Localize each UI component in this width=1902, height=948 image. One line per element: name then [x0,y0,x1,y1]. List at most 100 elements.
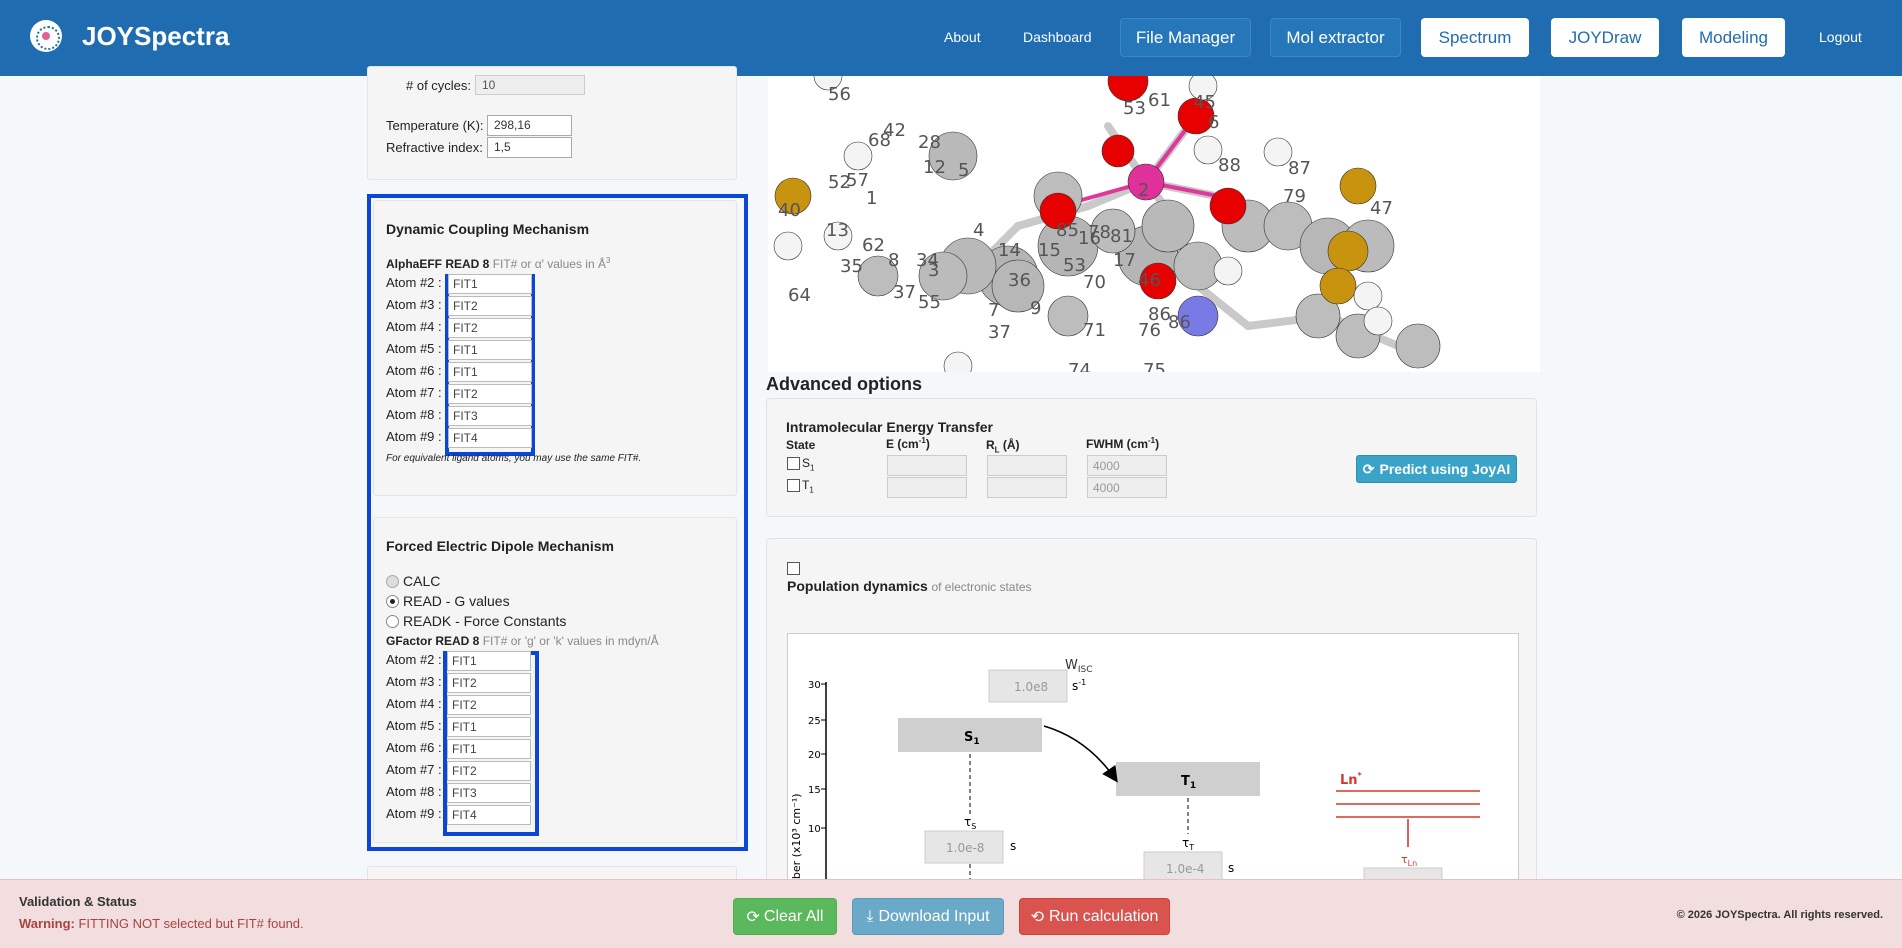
atom-label: 7 [988,300,999,321]
y-tick: 20 [808,750,821,761]
fed-atom-input[interactable]: FIT4 [447,805,531,825]
atom-label: 70 [1083,272,1106,293]
dcm-atom-input[interactable]: FIT4 [448,428,532,448]
atom-label: 53 [1123,98,1146,119]
dcm-atom-input[interactable]: FIT1 [448,340,532,360]
atom-label: 17 [1113,250,1136,271]
nav-mol-extractor[interactable]: Mol extractor [1270,18,1401,57]
fed-keyword-line: GFactor READ 8 FIT# or 'g' or 'k' values… [386,634,659,648]
fed-atom-input[interactable]: FIT1 [447,717,531,737]
atom [1363,306,1393,336]
population-checkbox[interactable] [787,562,800,575]
fed-hint: FIT# or 'g' or 'k' values in mdyn/Å [482,634,659,648]
fed-atom-label: Atom #2 : [386,652,442,667]
s1-checkbox[interactable] [787,457,800,470]
radio-calc[interactable]: CALC [386,573,440,589]
nav-spectrum[interactable]: Spectrum [1421,18,1529,57]
cycles-input[interactable]: 10 [475,75,585,95]
dcm-atom-input[interactable]: FIT2 [448,384,532,404]
dcm-atom-input[interactable]: FIT1 [448,274,532,294]
warning-label: Warning: [19,916,75,931]
t1-energy-input[interactable] [887,477,967,498]
molecule-viewer[interactable]: 56 61 53 6 68 42 28 12 5 2 88 87 79 47 5… [768,76,1540,372]
nav-file-manager[interactable]: File Manager [1120,18,1251,57]
refractive-index-label: Refractive index: [386,140,483,155]
atom [1213,256,1243,286]
dcm-atom-label: Atom #2 : [386,275,442,290]
validation-warning: Warning: FITTING NOT selected but FIT# f… [19,916,304,931]
dcm-atom-label: Atom #6 : [386,363,442,378]
nav-logout[interactable]: Logout [1819,29,1862,45]
atom-label: 62 [862,235,885,256]
isc-arrow [1043,725,1118,783]
dcm-atom-label: Atom #7 : [386,385,442,400]
brand[interactable]: JOYSpectra [30,20,229,52]
atom-label: 2 [1138,180,1149,201]
fed-atom-input[interactable]: FIT1 [447,651,531,671]
col-distance-text: R [986,438,995,452]
atom [773,231,803,261]
atom [1327,230,1369,272]
t1-checkbox[interactable] [787,479,800,492]
fed-atom-label: Atom #6 : [386,740,442,755]
nav-dashboard[interactable]: Dashboard [1023,29,1092,45]
fed-atom-input[interactable]: FIT3 [447,783,531,803]
atom-label: 3 [928,260,939,281]
tau-s-value[interactable]: 1.0e-8 [946,841,984,855]
run-calculation-button[interactable]: ⟲ Run calculation [1019,898,1170,935]
fed-atom-input[interactable]: FIT1 [447,739,531,759]
nav-modeling[interactable]: Modeling [1682,18,1785,57]
t1-distance-input[interactable] [987,477,1067,498]
t1-fwhm-input[interactable]: 4000 [1087,477,1167,498]
fed-atom-label: Atom #3 : [386,674,442,689]
dcm-hint-sup: 3 [605,256,611,265]
dcm-keyword: AlphaEFF READ 8 [386,257,490,271]
dcm-title: Dynamic Coupling Mechanism [386,221,590,237]
s1-fwhm-input[interactable]: 4000 [1087,455,1167,476]
atom-label: 71 [1083,320,1106,341]
dcm-atom-input[interactable]: FIT2 [448,296,532,316]
fed-atom-input[interactable]: FIT2 [447,695,531,715]
temperature-input[interactable]: 298,16 [487,115,572,136]
s1-distance-input[interactable] [987,455,1067,476]
population-hint: of electronic states [931,580,1032,594]
atom [943,351,973,372]
dcm-atom-label: Atom #3 : [386,297,442,312]
col-energy-sup: -1 [918,436,926,445]
fed-atom-input[interactable]: FIT2 [447,761,531,781]
refractive-index-input[interactable]: 1,5 [487,137,572,158]
nav-joydraw[interactable]: JOYDraw [1551,18,1659,57]
warning-text: FITTING NOT selected but FIT# found. [78,916,304,931]
dcm-atom-input[interactable]: FIT3 [448,406,532,426]
dcm-hint: FIT# or α' values in Å [492,257,606,271]
s1-energy-input[interactable] [887,455,967,476]
download-input-button[interactable]: ⤓ Download Input [852,898,1004,935]
atom-label: 75 [1143,360,1166,372]
nav-about[interactable]: About [944,29,981,45]
y-tick: 15 [808,785,821,796]
tau-t-unit: s [1228,861,1234,875]
predict-joyai-button[interactable]: ⟳ Predict using JoyAI [1356,455,1517,483]
fed-atom-label: Atom #5 : [386,718,442,733]
wisc-value[interactable]: 1.0e8 [1014,680,1048,694]
clear-all-button[interactable]: ⟳ Clear All [733,898,837,935]
col-state: State [786,438,816,452]
radio-readk[interactable]: READK - Force Constants [386,613,566,629]
tau-t-value[interactable]: 1.0e-4 [1166,862,1204,876]
status-footer: Validation & Status Warning: FITTING NOT… [0,879,1902,948]
s1-label: S1 [802,456,814,472]
radio-dot [386,574,399,588]
run-icon: ⟲ [1030,908,1044,926]
dcm-atom-input[interactable]: FIT2 [448,318,532,338]
run-label: Run calculation [1049,907,1159,925]
fed-atom-input[interactable]: FIT2 [447,673,531,693]
atom-label: 78 [1088,222,1111,243]
population-title: Population dynamics [787,578,928,594]
dcm-keyword-line: AlphaEFF READ 8 FIT# or α' values in Å3 [386,256,610,271]
atom [1047,295,1089,337]
y-tick: 10 [808,824,821,835]
dcm-atom-input[interactable]: FIT1 [448,362,532,382]
molecule-svg[interactable]: 56 61 53 6 68 42 28 12 5 2 88 87 79 47 5… [768,76,1540,372]
col-energy-text: E (cm [886,437,919,451]
radio-read[interactable]: READ - G values [386,593,510,609]
